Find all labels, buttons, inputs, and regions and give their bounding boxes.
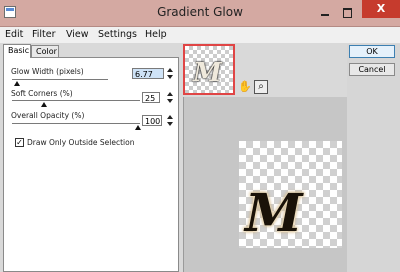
glow-width-thumb[interactable] bbox=[14, 81, 20, 86]
tab-basic[interactable]: Basic bbox=[3, 44, 31, 58]
glow-width-label: Glow Width (pixels) bbox=[11, 67, 84, 76]
overall-opacity-thumb[interactable] bbox=[135, 125, 141, 130]
menu-help[interactable]: Help bbox=[145, 29, 167, 40]
menu-settings[interactable]: Settings bbox=[98, 29, 137, 40]
menu-bar: Edit Filter View Settings Help bbox=[0, 27, 400, 43]
button-column bbox=[347, 44, 400, 272]
soft-corners-track[interactable] bbox=[12, 100, 140, 101]
window-title: Gradient Glow bbox=[157, 5, 243, 19]
tab-strip: Basic Color bbox=[0, 44, 180, 58]
overall-opacity-spinner[interactable] bbox=[167, 115, 173, 127]
soft-corners-input[interactable]: 25 bbox=[142, 92, 160, 103]
app-icon bbox=[4, 6, 16, 18]
thumbnail-letter: M bbox=[193, 58, 222, 88]
magnifier-icon[interactable]: ⌕ bbox=[254, 80, 268, 94]
soft-corners-spinner[interactable] bbox=[167, 92, 173, 104]
overall-opacity-track[interactable] bbox=[12, 123, 140, 124]
draw-only-outside-label: Draw Only Outside Selection bbox=[27, 138, 135, 147]
soft-corners-thumb[interactable] bbox=[41, 102, 47, 107]
close-button[interactable]: X bbox=[362, 0, 400, 18]
minimize-button[interactable] bbox=[318, 6, 332, 18]
glow-width-input[interactable]: 6.77 bbox=[132, 68, 164, 79]
menu-filter[interactable]: Filter bbox=[32, 29, 56, 40]
glow-width-track[interactable] bbox=[12, 79, 108, 80]
preview-canvas[interactable]: M bbox=[183, 97, 347, 272]
settings-panel: Glow Width (pixels) 6.77 Soft Corners (%… bbox=[3, 57, 179, 272]
cancel-button[interactable]: Cancel bbox=[349, 63, 395, 76]
ok-button[interactable]: OK bbox=[349, 45, 395, 58]
soft-corners-label: Soft Corners (%) bbox=[11, 89, 73, 98]
menu-view[interactable]: View bbox=[66, 29, 89, 40]
menu-edit[interactable]: Edit bbox=[5, 29, 23, 40]
preview-thumbnail[interactable]: M bbox=[183, 44, 235, 95]
maximize-button[interactable] bbox=[340, 6, 354, 18]
transparency-checkerboard: M bbox=[239, 141, 342, 248]
preview-letter: M bbox=[245, 183, 303, 244]
hand-icon[interactable]: ✋ bbox=[238, 81, 252, 93]
overall-opacity-input[interactable]: 100 bbox=[142, 115, 162, 126]
glow-width-spinner[interactable] bbox=[167, 68, 173, 80]
draw-only-outside-checkbox[interactable]: ✓ bbox=[15, 138, 24, 147]
overall-opacity-label: Overall Opacity (%) bbox=[11, 111, 85, 120]
